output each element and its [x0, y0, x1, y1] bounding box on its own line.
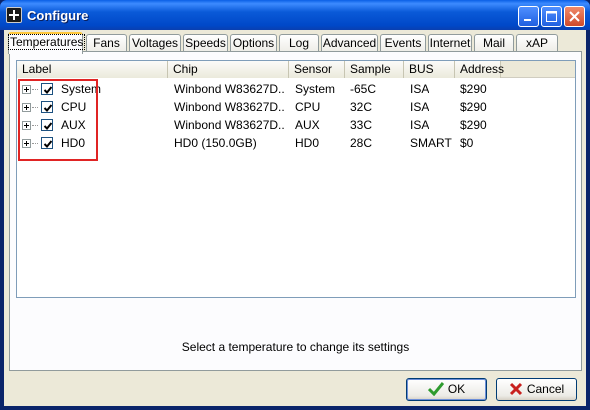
- close-icon: [569, 11, 580, 22]
- table-row[interactable]: AUX Winbond W83627D... AUX 33C ISA $290: [17, 116, 575, 134]
- cell-chip: Winbond W83627D...: [174, 100, 284, 114]
- cell-address: $290: [460, 100, 487, 114]
- temperatures-panel: Label Chip Sensor Sample BUS Address Sys…: [9, 51, 582, 371]
- cell-sensor: AUX: [295, 118, 320, 132]
- cell-sensor: System: [295, 82, 336, 96]
- cell-sample: 28C: [350, 136, 373, 150]
- cell-address: $0: [460, 136, 474, 150]
- configure-window: Configure Temperatures Fans Voltages Spe…: [0, 0, 590, 410]
- cell-bus: ISA: [410, 82, 430, 96]
- cell-bus: ISA: [410, 118, 430, 132]
- tab-temperatures[interactable]: Temperatures: [7, 32, 86, 54]
- cell-chip: Winbond W83627D...: [174, 118, 284, 132]
- column-header-sample[interactable]: Sample: [345, 61, 404, 78]
- table-row[interactable]: CPU Winbond W83627D... CPU 32C ISA $290: [17, 98, 575, 116]
- minimize-icon: [524, 19, 531, 21]
- app-icon: [6, 7, 22, 23]
- checkmark-icon: [427, 381, 444, 397]
- minimize-button[interactable]: [518, 6, 539, 27]
- cell-sample: 33C: [350, 118, 373, 132]
- cell-bus: SMART: [410, 136, 452, 150]
- column-header-bus[interactable]: BUS: [404, 61, 455, 78]
- table-row[interactable]: HD0 HD0 (150.0GB) HD0 28C SMART $0: [17, 134, 575, 152]
- cell-sensor: CPU: [295, 100, 321, 114]
- cell-address: $290: [460, 118, 487, 132]
- cancel-x-icon: [509, 382, 522, 395]
- highlight-box: [18, 79, 98, 161]
- window-title: Configure: [27, 8, 89, 23]
- cancel-button[interactable]: Cancel: [496, 378, 577, 401]
- cell-sample: -65C: [350, 82, 377, 96]
- title-bar[interactable]: Configure: [0, 0, 590, 30]
- status-message: Select a temperature to change its setti…: [181, 340, 410, 354]
- cell-sample: 32C: [350, 100, 373, 114]
- cell-sensor: HD0: [295, 136, 320, 150]
- ok-button[interactable]: OK: [406, 378, 487, 401]
- column-header-label[interactable]: Label: [17, 61, 168, 78]
- list-header: Label Chip Sensor Sample BUS Address: [17, 61, 575, 78]
- dialog-client: Temperatures Fans Voltages Speeds Option…: [4, 30, 586, 406]
- close-button[interactable]: [564, 6, 585, 27]
- column-header-sensor[interactable]: Sensor: [289, 61, 345, 78]
- column-header-address[interactable]: Address: [455, 61, 504, 78]
- temperature-list[interactable]: Label Chip Sensor Sample BUS Address Sys…: [16, 60, 576, 298]
- maximize-icon: [546, 11, 557, 22]
- column-header-chip[interactable]: Chip: [168, 61, 289, 78]
- table-row[interactable]: System Winbond W83627D... System -65C IS…: [17, 80, 575, 98]
- cell-address: $290: [460, 82, 487, 96]
- maximize-button[interactable]: [541, 6, 562, 27]
- cell-chip: Winbond W83627D...: [174, 82, 284, 96]
- cell-bus: ISA: [410, 100, 430, 114]
- cell-chip: HD0 (150.0GB): [174, 136, 257, 150]
- tab-strip: Temperatures Fans Voltages Speeds Option…: [7, 32, 583, 54]
